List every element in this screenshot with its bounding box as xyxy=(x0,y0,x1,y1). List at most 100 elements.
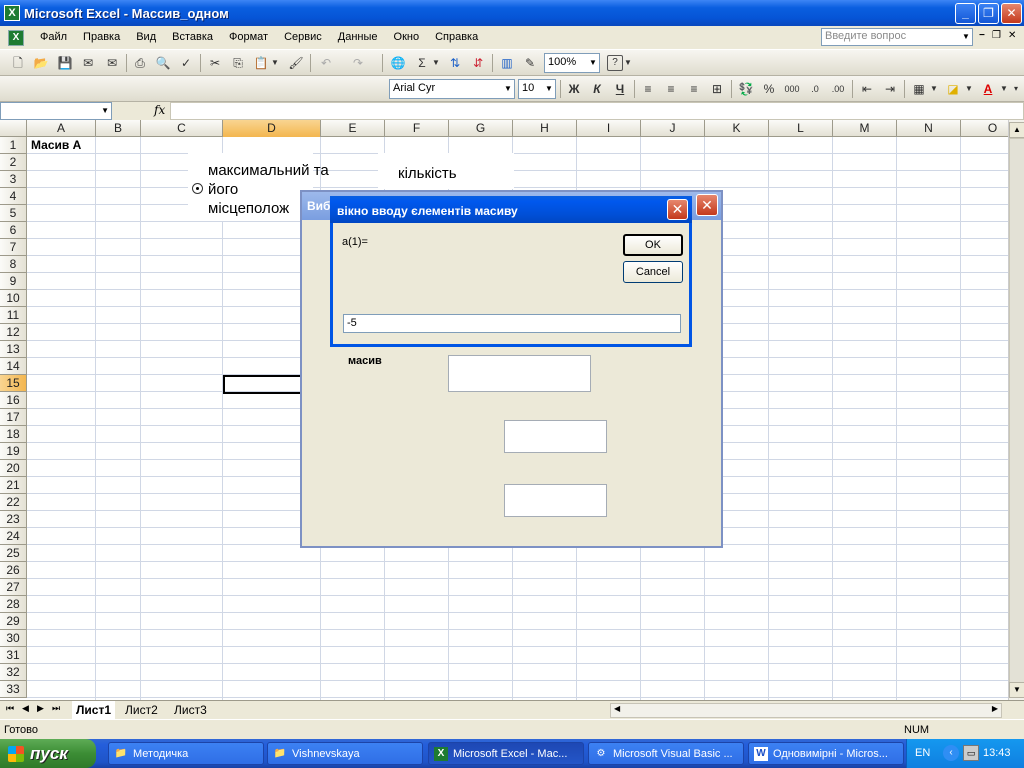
row-header-4[interactable]: 4 xyxy=(0,188,27,205)
horizontal-scrollbar[interactable]: ◀ ▶ xyxy=(610,703,1002,718)
chevron-down-icon[interactable]: ▼ xyxy=(270,55,280,71)
column-header-b[interactable]: B xyxy=(96,120,141,137)
save-icon[interactable]: 💾 xyxy=(57,55,73,71)
column-header-l[interactable]: L xyxy=(769,120,833,137)
merge-center-icon[interactable]: ⊞ xyxy=(709,81,725,97)
row-header-13[interactable]: 13 xyxy=(0,341,27,358)
menu-help[interactable]: Справка xyxy=(427,31,486,43)
input-value-field[interactable]: -5 xyxy=(343,314,681,333)
italic-button[interactable]: К xyxy=(589,81,605,97)
scroll-right-icon[interactable]: ▶ xyxy=(992,704,998,713)
input-dialog[interactable]: вікно вводу єлементів масиву ✕ a(1)= OK … xyxy=(330,196,692,347)
percent-icon[interactable]: % xyxy=(761,81,777,97)
tab-sheet1[interactable]: Лист1 xyxy=(72,701,116,719)
row-header-17[interactable]: 17 xyxy=(0,409,27,426)
undo-icon[interactable]: ↶ xyxy=(318,55,334,71)
column-header-e[interactable]: E xyxy=(321,120,385,137)
decrease-indent-icon[interactable]: ⇤ xyxy=(859,81,875,97)
cut-icon[interactable]: ✂ xyxy=(207,55,223,71)
row-header-16[interactable]: 16 xyxy=(0,392,27,409)
row-header-28[interactable]: 28 xyxy=(0,596,27,613)
email-icon[interactable]: ✉ xyxy=(104,55,120,71)
language-indicator[interactable]: EN xyxy=(915,747,930,759)
copy-icon[interactable]: ⎘ xyxy=(230,55,246,71)
row-header-24[interactable]: 24 xyxy=(0,528,27,545)
first-sheet-icon[interactable]: ⏮ xyxy=(6,703,14,714)
column-header-k[interactable]: K xyxy=(705,120,769,137)
row-header-9[interactable]: 9 xyxy=(0,273,27,290)
row-header-5[interactable]: 5 xyxy=(0,205,27,222)
row-header-27[interactable]: 27 xyxy=(0,579,27,596)
chevron-down-icon[interactable]: ▼ xyxy=(930,81,938,97)
menu-format[interactable]: Формат xyxy=(221,31,276,43)
select-all-corner[interactable] xyxy=(0,120,27,137)
format-painter-icon[interactable]: 🖌 xyxy=(288,55,304,71)
column-header-n[interactable]: N xyxy=(897,120,961,137)
column-header-g[interactable]: G xyxy=(449,120,513,137)
formula-input[interactable] xyxy=(170,102,1024,120)
row-header-12[interactable]: 12 xyxy=(0,324,27,341)
chart-wizard-icon[interactable]: ▥ xyxy=(499,55,515,71)
chevron-down-icon[interactable]: ▼ xyxy=(502,80,514,98)
ask-question-input[interactable]: Введите вопрос ▼ xyxy=(821,28,973,46)
permission-icon[interactable]: ✉ xyxy=(80,55,96,71)
increase-indent-icon[interactable]: ⇥ xyxy=(882,81,898,97)
scroll-left-icon[interactable]: ◀ xyxy=(614,704,620,713)
task-metodychka[interactable]: 📁 Методичка xyxy=(108,742,264,765)
menu-edit[interactable]: Правка xyxy=(75,31,128,43)
doc-restore-icon[interactable]: ❐ xyxy=(992,30,1001,41)
option-button-count[interactable]: кількість xyxy=(378,153,514,189)
row-header-1[interactable]: 1 xyxy=(0,137,27,154)
row-header-6[interactable]: 6 xyxy=(0,222,27,239)
result-textbox-1[interactable] xyxy=(504,420,607,453)
input-dialog-close-button[interactable]: ✕ xyxy=(667,199,688,220)
row-header-19[interactable]: 19 xyxy=(0,443,27,460)
scroll-up-icon[interactable]: ▲ xyxy=(1009,122,1024,138)
zoom-select[interactable]: 100% ▼ xyxy=(544,53,600,73)
tab-sheet3[interactable]: Лист3 xyxy=(170,701,211,719)
row-header-30[interactable]: 30 xyxy=(0,630,27,647)
row-header-3[interactable]: 3 xyxy=(0,171,27,188)
scroll-thumb[interactable] xyxy=(1009,138,1024,688)
row-header-32[interactable]: 32 xyxy=(0,664,27,681)
sort-descending-icon[interactable]: ⇵ xyxy=(470,55,486,71)
restore-button[interactable]: ❐ xyxy=(978,3,999,24)
bold-button[interactable]: Ж xyxy=(566,81,582,97)
scroll-down-icon[interactable]: ▼ xyxy=(1009,682,1024,698)
column-header-i[interactable]: I xyxy=(577,120,641,137)
row-header-22[interactable]: 22 xyxy=(0,494,27,511)
prev-sheet-icon[interactable]: ◀ xyxy=(22,703,29,714)
minimize-button[interactable]: _ xyxy=(955,3,976,24)
row-header-18[interactable]: 18 xyxy=(0,426,27,443)
excel-app-icon[interactable]: X xyxy=(4,5,20,21)
align-right-icon[interactable]: ≡ xyxy=(686,81,702,97)
print-icon[interactable]: ⎙ xyxy=(132,55,148,71)
column-header-h[interactable]: H xyxy=(513,120,577,137)
row-header-2[interactable]: 2 xyxy=(0,154,27,171)
doc-minimize-icon[interactable]: − xyxy=(979,30,985,41)
column-header-m[interactable]: M xyxy=(833,120,897,137)
row-header-29[interactable]: 29 xyxy=(0,613,27,630)
chevron-down-icon[interactable]: ▼ xyxy=(1000,81,1008,97)
menu-file[interactable]: Файл xyxy=(32,31,75,43)
font-size-select[interactable]: 10 ▼ xyxy=(518,79,556,99)
paste-icon[interactable]: 📋 xyxy=(253,55,269,71)
row-header-11[interactable]: 11 xyxy=(0,307,27,324)
chevron-down-icon[interactable]: ▼ xyxy=(543,80,555,98)
userform-close-button[interactable]: ✕ xyxy=(696,194,718,216)
menu-view[interactable]: Вид xyxy=(128,31,164,43)
task-vishnevskaya[interactable]: 📁 Vishnevskaya xyxy=(267,742,423,765)
menu-tools[interactable]: Сервис xyxy=(276,31,330,43)
hyperlink-icon[interactable]: 🌐 xyxy=(390,55,406,71)
column-header-a[interactable]: A xyxy=(27,120,96,137)
decrease-decimal-icon[interactable]: .00 xyxy=(830,81,846,97)
borders-icon[interactable]: ▦ xyxy=(911,81,927,97)
fill-color-icon[interactable]: ◪ xyxy=(945,81,961,97)
array-textbox[interactable] xyxy=(448,355,591,392)
toolbar-options-icon[interactable]: ▾ xyxy=(1012,81,1020,97)
network-icon[interactable]: ▭ xyxy=(963,745,979,761)
ok-button[interactable]: OK xyxy=(623,234,683,256)
new-icon[interactable]: 🗋 xyxy=(10,55,26,71)
column-header-o[interactable]: O xyxy=(961,120,1010,137)
row-header-23[interactable]: 23 xyxy=(0,511,27,528)
